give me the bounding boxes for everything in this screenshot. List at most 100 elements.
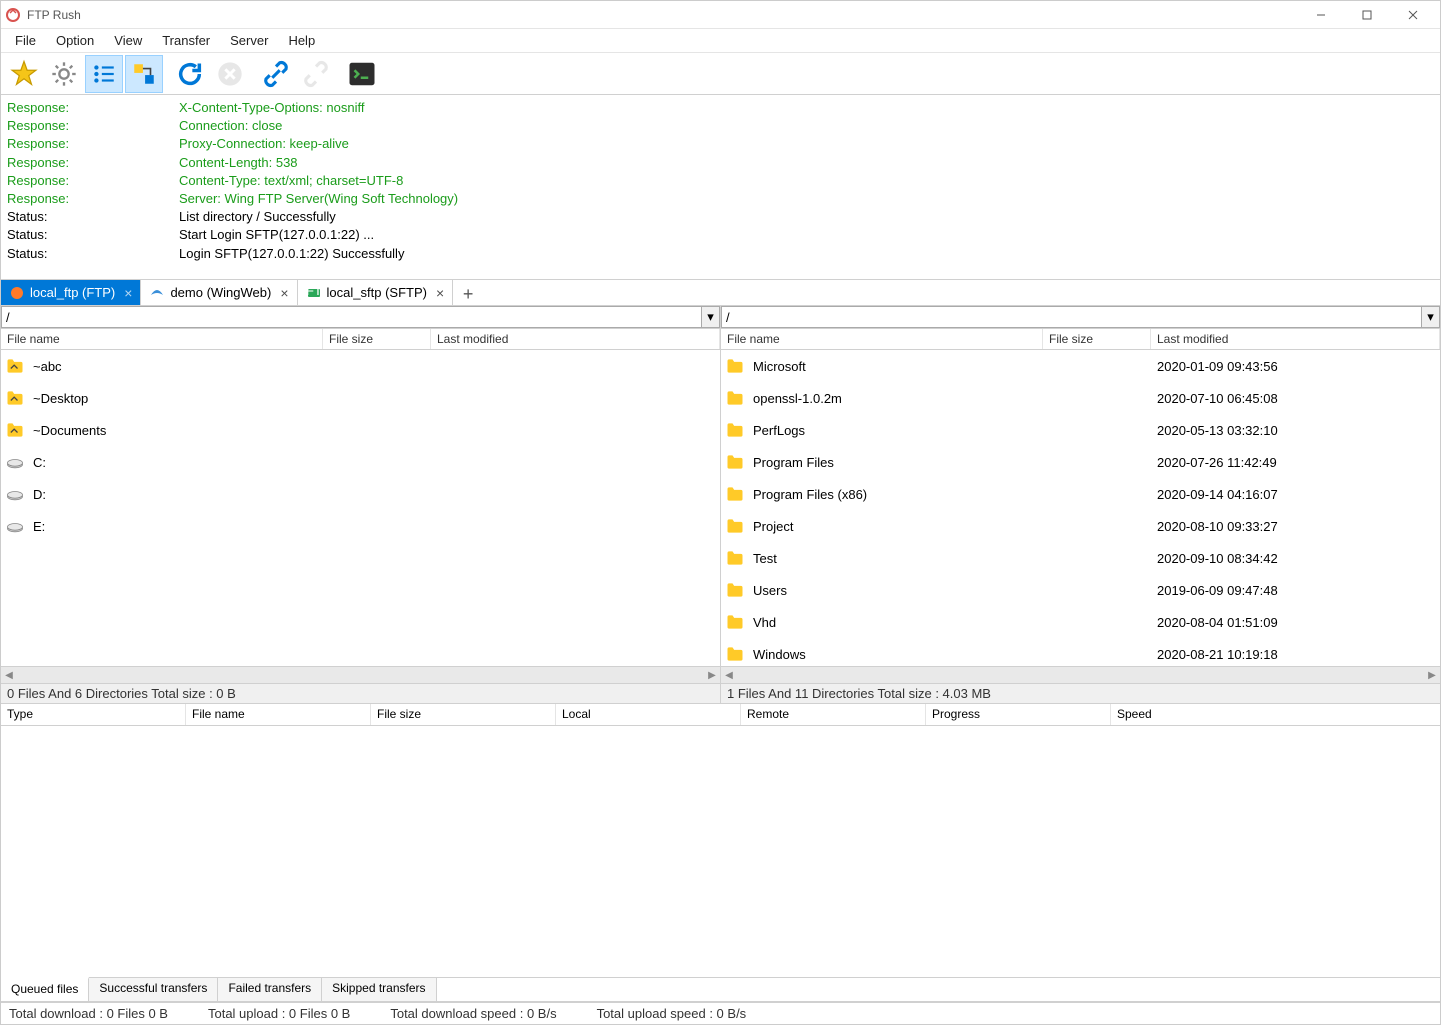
connection-tab[interactable]: SFTP local_sftp (SFTP) × [298, 279, 454, 305]
queue-col-type[interactable]: Type [1, 704, 186, 725]
drive-icon [5, 484, 25, 504]
file-row[interactable]: Project2020-08-10 09:33:27 [721, 510, 1440, 542]
compare-button[interactable] [125, 55, 163, 93]
file-row[interactable]: Users 2019-06-09 09:47:48 [721, 574, 1440, 606]
file-row[interactable]: Program Files2020-07-26 11:42:49 [721, 446, 1440, 478]
connection-tab[interactable]: local_ftp (FTP)× [1, 279, 141, 305]
file-row[interactable]: E: [1, 510, 720, 542]
connect-button[interactable] [257, 55, 295, 93]
queue-col-remote[interactable]: Remote [741, 704, 926, 725]
remote-footer: 1 Files And 11 Directories Total size : … [721, 683, 1440, 703]
queue-tab-queued[interactable]: Queued files [1, 977, 89, 1001]
file-row[interactable]: Microsoft2020-01-09 09:43:56 [721, 350, 1440, 382]
local-path-input[interactable] [1, 306, 702, 328]
remote-path-input[interactable] [721, 306, 1422, 328]
menu-file[interactable]: File [5, 30, 46, 51]
file-name: openssl-1.0.2m [753, 391, 1049, 406]
queue-col-local[interactable]: Local [556, 704, 741, 725]
drive-icon [5, 452, 25, 472]
tab-icon [9, 285, 25, 301]
file-row[interactable]: openssl-1.0.2m 2020-07-10 06:45:08 [721, 382, 1440, 414]
folder-icon [725, 516, 745, 536]
remote-path-dropdown[interactable]: ▾ [1422, 306, 1440, 328]
folder-icon [725, 580, 745, 600]
file-name: Windows [753, 647, 1049, 662]
file-name: ~Documents [33, 423, 329, 438]
queue-tab-skipped[interactable]: Skipped transfers [322, 978, 436, 1001]
file-name: Users [753, 583, 1049, 598]
minimize-button[interactable] [1298, 1, 1344, 29]
file-row[interactable]: PerfLogs2020-05-13 03:32:10 [721, 414, 1440, 446]
file-name: D: [33, 487, 329, 502]
local-file-list[interactable]: ~abc ~Desktop ~Documents C: D: E: [1, 350, 720, 666]
refresh-button[interactable] [171, 55, 209, 93]
maximize-button[interactable] [1344, 1, 1390, 29]
svg-text:SFTP: SFTP [306, 285, 322, 298]
remote-pane: ▾ File name File size Last modified Micr… [721, 306, 1440, 703]
file-row[interactable]: C: [1, 446, 720, 478]
queue-col-filesize[interactable]: File size [371, 704, 556, 725]
tab-close-icon[interactable]: × [124, 285, 132, 301]
file-modified: 2019-06-09 09:47:48 [1157, 583, 1436, 598]
file-name: Test [753, 551, 1049, 566]
connection-tab[interactable]: demo (WingWeb) × [141, 279, 297, 305]
tab-close-icon[interactable]: × [280, 285, 288, 301]
file-row[interactable]: ~Documents [1, 414, 720, 446]
file-modified: 2020-07-26 11:42:49 [1157, 455, 1436, 470]
queue-tab-failed[interactable]: Failed transfers [218, 978, 322, 1001]
log-view-button[interactable] [85, 55, 123, 93]
queue-col-filename[interactable]: File name [186, 704, 371, 725]
file-row[interactable]: Windows 2020-08-21 10:19:18 [721, 638, 1440, 666]
menu-transfer[interactable]: Transfer [152, 30, 220, 51]
add-connection-tab[interactable]: + [453, 284, 483, 305]
log-line: Response:Server: Wing FTP Server(Wing So… [7, 190, 1434, 208]
log-line: Response:Connection: close [7, 117, 1434, 135]
remote-col-name[interactable]: File name [721, 329, 1043, 349]
file-modified: 2020-07-10 06:45:08 [1157, 391, 1436, 406]
status-download: Total download : 0 Files 0 B [9, 1006, 168, 1021]
queue-panel: Type File name File size Local Remote Pr… [1, 704, 1440, 1002]
file-name: Program Files (x86) [753, 487, 1049, 502]
queue-body[interactable] [1, 726, 1440, 977]
tab-close-icon[interactable]: × [436, 285, 444, 301]
file-row[interactable]: ~abc [1, 350, 720, 382]
local-path-dropdown[interactable]: ▾ [702, 306, 720, 328]
queue-col-progress[interactable]: Progress [926, 704, 1111, 725]
file-modified: 2020-05-13 03:32:10 [1157, 423, 1436, 438]
menu-view[interactable]: View [104, 30, 152, 51]
close-button[interactable] [1390, 1, 1436, 29]
file-modified: 2020-08-21 10:19:18 [1157, 647, 1436, 662]
queue-tab-successful[interactable]: Successful transfers [89, 978, 218, 1001]
file-row[interactable]: Test2020-09-10 08:34:42 [721, 542, 1440, 574]
log-line: Response:X-Content-Type-Options: nosniff [7, 99, 1434, 117]
queue-col-speed[interactable]: Speed [1111, 704, 1440, 725]
remote-col-size[interactable]: File size [1043, 329, 1151, 349]
file-name: Vhd [753, 615, 1049, 630]
favorites-button[interactable] [5, 55, 43, 93]
file-row[interactable]: ~Desktop [1, 382, 720, 414]
link-folder-icon [5, 420, 25, 440]
file-modified: 2020-08-10 09:33:27 [1157, 519, 1436, 534]
file-name: E: [33, 519, 329, 534]
local-col-size[interactable]: File size [323, 329, 431, 349]
settings-button[interactable] [45, 55, 83, 93]
tab-label: local_sftp (SFTP) [327, 285, 427, 300]
file-name: ~abc [33, 359, 329, 374]
local-col-name[interactable]: File name [1, 329, 323, 349]
tab-label: demo (WingWeb) [170, 285, 271, 300]
menu-option[interactable]: Option [46, 30, 104, 51]
file-row[interactable]: D: [1, 478, 720, 510]
titlebar: FTP Rush [1, 1, 1440, 29]
log-line: Status:Start Login SFTP(127.0.0.1:22) ..… [7, 226, 1434, 244]
menu-server[interactable]: Server [220, 30, 278, 51]
remote-file-list[interactable]: Microsoft2020-01-09 09:43:56openssl-1.0.… [721, 350, 1440, 666]
tab-icon [149, 285, 165, 301]
file-row[interactable]: Vhd2020-08-04 01:51:09 [721, 606, 1440, 638]
log-panel[interactable]: Response:X-Content-Type-Options: nosniff… [1, 95, 1440, 280]
terminal-button[interactable] [343, 55, 381, 93]
remote-col-mod[interactable]: Last modified [1151, 329, 1440, 349]
local-footer: 0 Files And 6 Directories Total size : 0… [1, 683, 720, 703]
local-col-mod[interactable]: Last modified [431, 329, 720, 349]
menu-help[interactable]: Help [278, 30, 325, 51]
file-row[interactable]: Program Files (x86)2020-09-14 04:16:07 [721, 478, 1440, 510]
